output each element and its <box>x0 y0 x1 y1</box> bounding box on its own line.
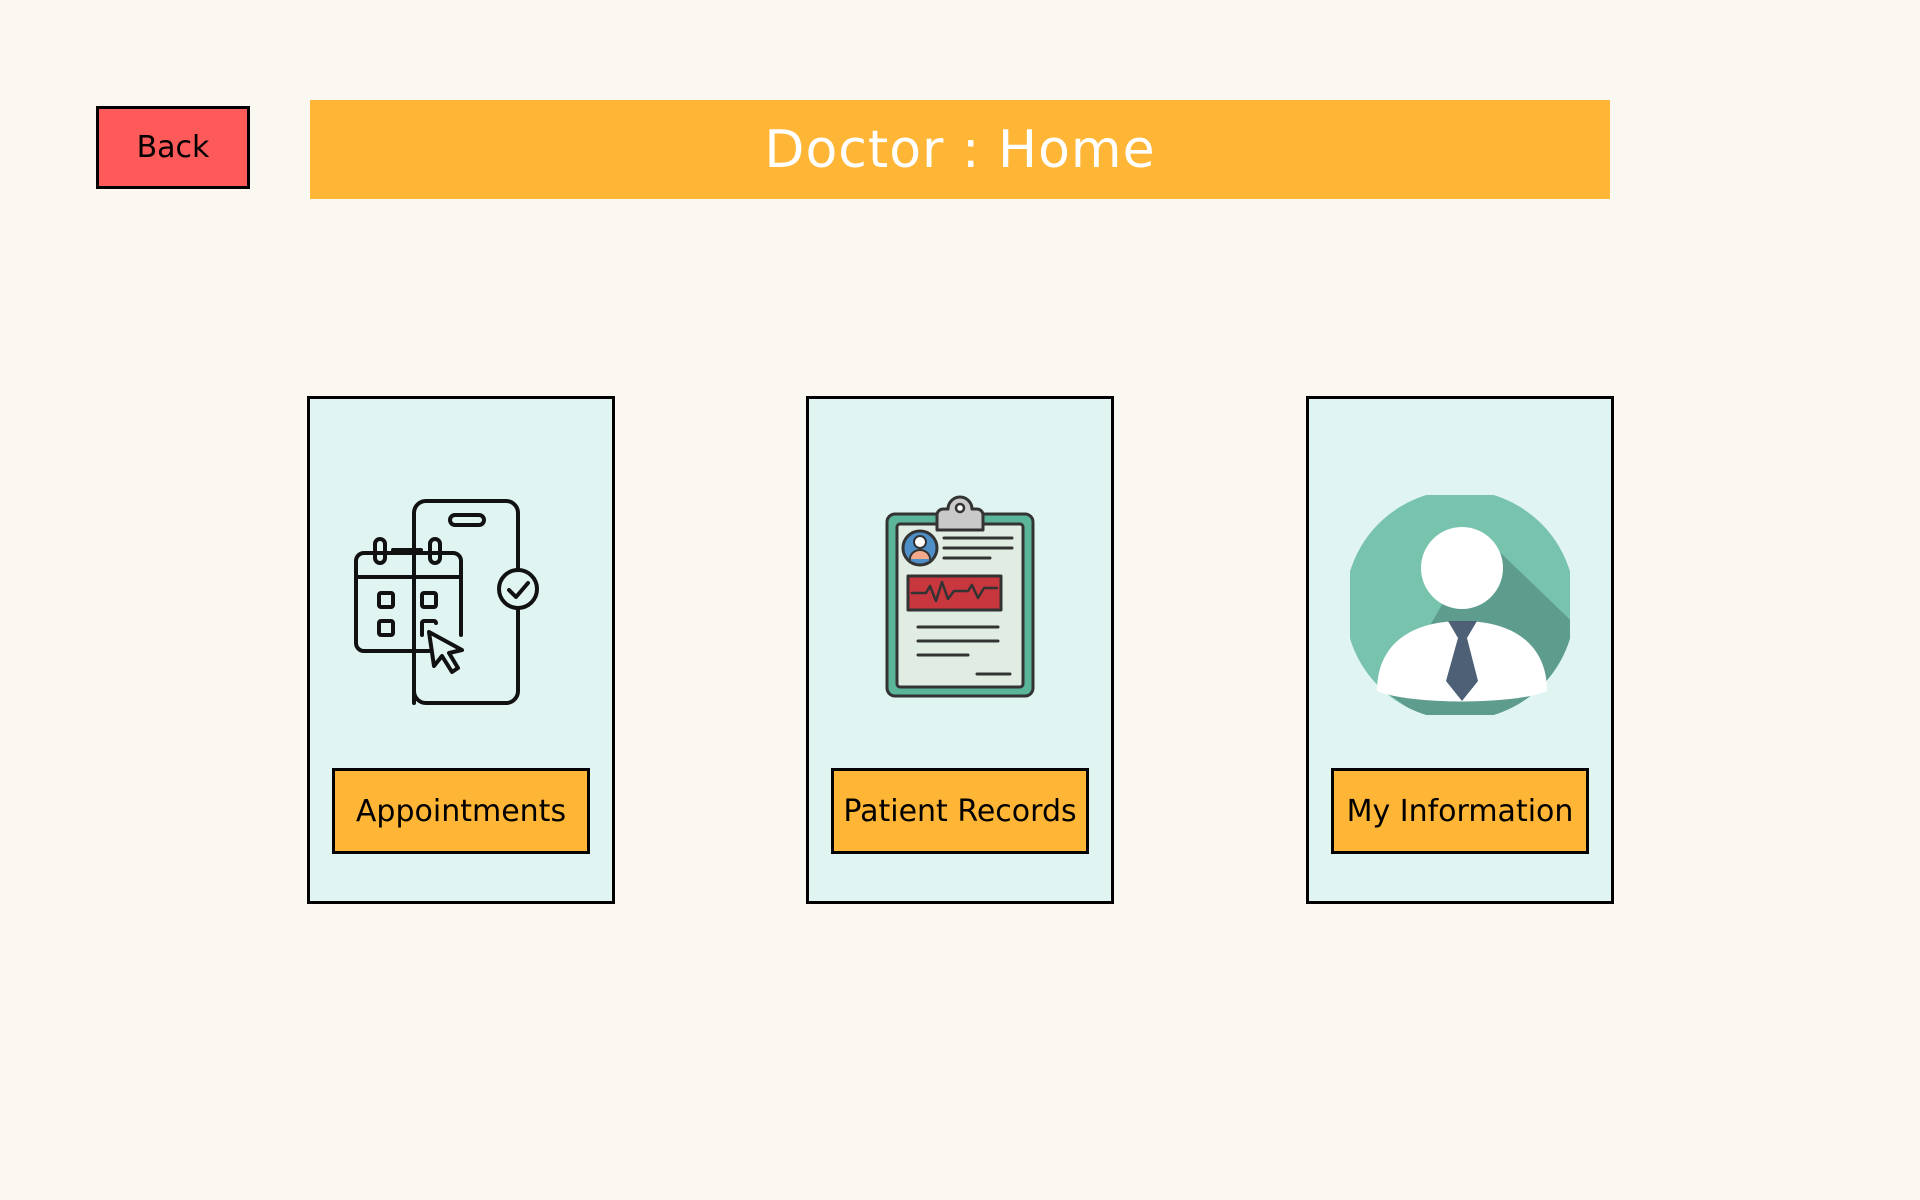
back-button[interactable]: Back <box>96 106 250 189</box>
appointment-calendar-icon <box>351 495 571 715</box>
patient-records-button[interactable]: Patient Records <box>831 768 1089 854</box>
user-profile-icon <box>1350 495 1570 715</box>
my-information-button[interactable]: My Information <box>1331 768 1589 854</box>
appointments-button[interactable]: Appointments <box>332 768 590 854</box>
title-bar: Doctor : Home <box>310 100 1610 199</box>
my-information-card: My Information <box>1306 396 1614 904</box>
appointments-card: Appointments <box>307 396 615 904</box>
page-title: Doctor : Home <box>764 119 1156 180</box>
patient-records-card: Patient Records <box>806 396 1114 904</box>
clipboard-record-icon <box>850 495 1070 715</box>
